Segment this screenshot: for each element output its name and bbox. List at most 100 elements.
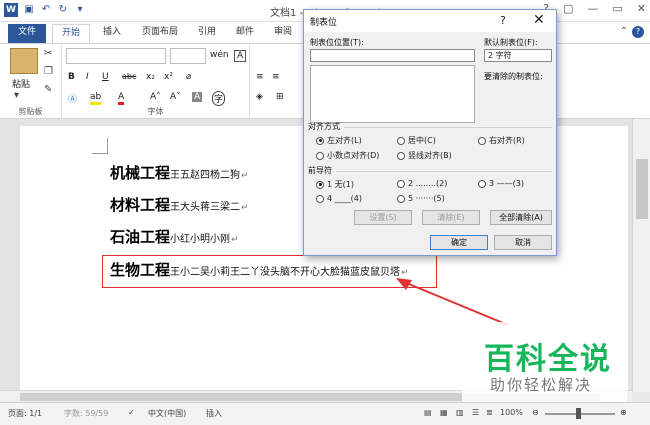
dialog-title-bar: 制表位 ? ✕ (304, 10, 556, 32)
draft-view-icon[interactable]: ≣ (486, 408, 493, 417)
maximize-icon[interactable]: ▭ (612, 2, 622, 15)
zoom-slider-knob[interactable] (576, 408, 581, 419)
proofing-icon[interactable]: ✓ (128, 408, 135, 417)
tab-insert[interactable]: 插入 (94, 24, 130, 43)
tab-page-layout[interactable]: 页面布局 (134, 24, 186, 43)
save-icon[interactable]: ▣ (23, 4, 35, 16)
italic-button[interactable]: I (86, 72, 89, 82)
align-decimal-radio[interactable]: 小数点对齐(D) (316, 150, 379, 161)
radio-dot (397, 151, 405, 160)
align-bar-radio[interactable]: 竖线对齐(B) (397, 150, 452, 161)
tab-mailings[interactable]: 邮件 (228, 24, 262, 43)
leader-dots-radio[interactable]: 2 ........(2) (397, 179, 447, 188)
word-logo-icon: W (4, 3, 18, 17)
term-text: 石油工程 (110, 228, 171, 246)
undo-icon[interactable]: ↶ (40, 4, 52, 16)
customize-qat-icon[interactable]: ▾ (74, 4, 86, 16)
align-right-radio[interactable]: 右对齐(R) (478, 135, 525, 146)
leader-dash-radio[interactable]: 3 ——(3) (478, 179, 524, 188)
shrink-font-button[interactable]: A˅ (170, 92, 181, 102)
radio-label: 小数点对齐(D) (327, 151, 380, 160)
leader-section-title: 前导符 (308, 166, 332, 175)
superscript-button[interactable]: x² (164, 72, 173, 82)
radio-dot (316, 180, 324, 189)
align-left-radio[interactable]: 左对齐(L) (316, 135, 362, 146)
doc-line-3[interactable]: 石油工程 小红小明小刚 ↵ (110, 226, 239, 247)
default-tabs-input[interactable]: 2 字符 (484, 49, 552, 62)
close-icon[interactable]: ✕ (637, 2, 646, 15)
clear-button[interactable]: 清除(E) (422, 210, 480, 225)
zoom-out-icon[interactable]: ⊖ (532, 408, 539, 417)
paste-icon[interactable] (10, 48, 38, 74)
align-center-radio[interactable]: 居中(C) (397, 135, 436, 146)
enclose-char-button[interactable]: 字 (212, 91, 226, 106)
tab-review[interactable]: 审阅 (266, 24, 300, 43)
insert-mode[interactable]: 插入 (206, 408, 222, 419)
status-bar: 页面: 1/1 字数: 59/59 ✓ 中文(中国) 插入 ▤ ▦ ▥ ☰ ≣ … (0, 402, 650, 425)
align-left-icon[interactable]: ≡ (256, 72, 264, 82)
char-border-button[interactable]: A (234, 50, 247, 62)
doc-line-2[interactable]: 材料工程 王大头蒋三梁二 ↵ (110, 194, 249, 215)
zoom-level[interactable]: 100% (500, 408, 523, 417)
text-effects-icon[interactable]: Ⓐ (68, 92, 77, 105)
bold-button[interactable]: B (68, 72, 75, 82)
leader-underline-radio[interactable]: 4 ____(4) (316, 194, 362, 203)
underline-button[interactable]: U (102, 72, 109, 82)
char-shading-button[interactable]: A (192, 92, 203, 102)
cancel-button[interactable]: 取消 (494, 235, 552, 250)
tab-home[interactable]: 开始 (52, 24, 90, 43)
shading-icon[interactable]: ◈ (256, 92, 263, 102)
radio-label: 竖线对齐(B) (408, 151, 452, 160)
help-circle-icon[interactable]: ? (632, 26, 644, 38)
radio-label: 右对齐(R) (489, 136, 525, 145)
tabs-to-clear-label: 要清除的制表位: (484, 72, 543, 81)
paste-label: 粘贴 (12, 80, 31, 90)
redo-icon[interactable]: ↻ (57, 4, 69, 16)
set-button[interactable]: 设置(S) (354, 210, 412, 225)
outline-view-icon[interactable]: ☰ (472, 408, 479, 417)
collapse-ribbon-icon[interactable]: ⌃ (620, 26, 628, 38)
highlight-icon[interactable]: ab (90, 92, 102, 105)
word-count[interactable]: 字数: 59/59 (64, 408, 108, 419)
vertical-scroll-thumb[interactable] (636, 159, 648, 219)
format-painter-icon[interactable]: ✎ (44, 84, 52, 95)
print-layout-icon[interactable]: ▦ (440, 408, 448, 417)
leader-middot-radio[interactable]: 5 ·······(5) (397, 194, 445, 203)
vertical-scrollbar[interactable] (632, 119, 650, 392)
ribbon-display-icon[interactable]: ▢ (563, 2, 573, 15)
window-controls: ? ▢ — ▭ ✕ (543, 2, 646, 15)
watermark: 百科全说 助你轻松解决 (462, 322, 627, 402)
clear-all-button[interactable]: 全部清除(A) (490, 210, 552, 225)
grow-font-button[interactable]: A˄ (150, 92, 161, 102)
copy-icon[interactable]: ❐ (44, 66, 53, 77)
tab-file[interactable]: 文件 (8, 24, 46, 43)
dialog-close-icon[interactable]: ✕ (533, 12, 545, 28)
web-layout-icon[interactable]: ▥ (456, 408, 464, 417)
align-center-icon[interactable]: ≡ (272, 72, 280, 82)
paste-dropdown-icon[interactable]: ▾ (14, 90, 19, 101)
font-color-icon[interactable]: A (118, 92, 125, 105)
radio-label: 1 无(1) (327, 180, 354, 189)
clear-format-icon[interactable]: ⌀ (186, 72, 191, 82)
paragraph-mark: ↵ (231, 235, 239, 245)
tab-position-input[interactable] (310, 49, 475, 62)
font-size-combobox[interactable] (170, 48, 206, 64)
cut-icon[interactable]: ✂ (44, 48, 52, 59)
dialog-help-icon[interactable]: ? (500, 14, 506, 27)
phonetic-guide-button[interactable]: wén (210, 50, 229, 60)
leader-none-radio[interactable]: 1 无(1) (316, 179, 354, 190)
default-tabs-label: 默认制表位(F): (484, 38, 538, 47)
doc-line-1[interactable]: 机械工程 王五赵四杨二狗 ↵ (110, 162, 249, 183)
tab-references[interactable]: 引用 (190, 24, 224, 43)
language-indicator[interactable]: 中文(中国) (148, 408, 186, 419)
ok-button[interactable]: 确定 (430, 235, 488, 250)
subscript-button[interactable]: x₂ (146, 72, 155, 82)
borders-icon[interactable]: ⊞ (276, 92, 284, 102)
read-mode-icon[interactable]: ▤ (424, 408, 432, 417)
strikethrough-button[interactable]: abc (122, 72, 136, 81)
zoom-in-icon[interactable]: ⊕ (620, 408, 627, 417)
font-name-combobox[interactable] (66, 48, 166, 64)
page-indicator[interactable]: 页面: 1/1 (8, 408, 42, 419)
tab-position-list[interactable] (310, 65, 475, 123)
minimize-icon[interactable]: — (587, 2, 598, 15)
